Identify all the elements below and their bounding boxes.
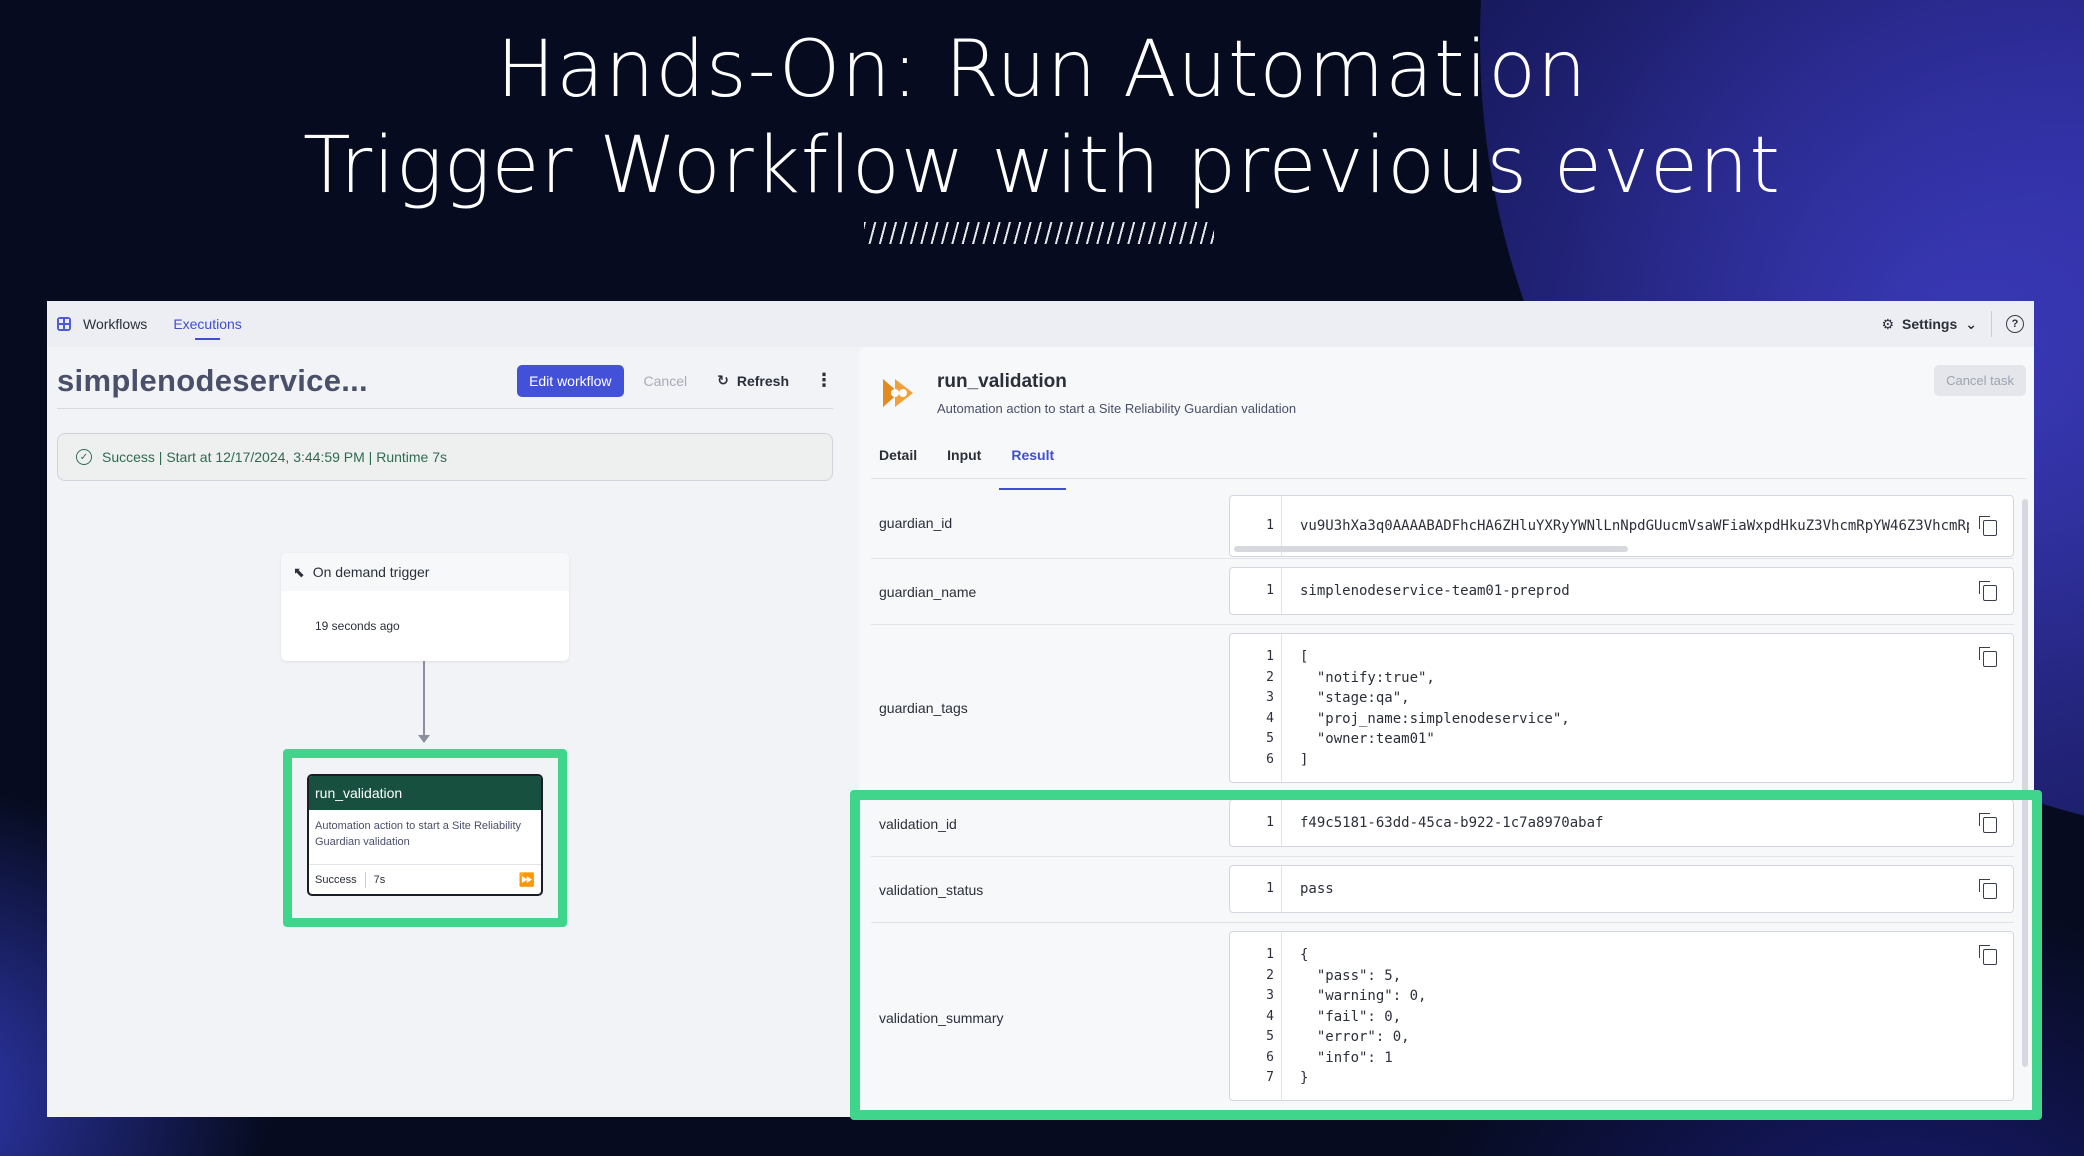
trigger-time: 19 seconds ago — [315, 619, 400, 633]
workflow-name: simplenodeservice... — [57, 362, 368, 398]
execution-status-text: Success | Start at 12/17/2024, 3:44:59 P… — [102, 449, 448, 465]
execution-status-banner: ✓ Success | Start at 12/17/2024, 3:44:59… — [57, 433, 833, 481]
code-line: "stage:qa", — [1300, 690, 1410, 706]
result-label: guardian_id — [879, 515, 953, 531]
task-detail-subtitle: Automation action to start a Site Reliab… — [937, 401, 1297, 416]
line-number: 6 — [1266, 751, 1274, 767]
chevron-down-icon: ⌄ — [1965, 315, 1977, 332]
result-label: guardian_tags — [879, 700, 968, 716]
result-row-guardian-name: guardian_name 1 simplenodeservice-team01-p… — [871, 559, 2014, 625]
gear-icon: ⚙ — [1881, 315, 1895, 332]
trigger-node[interactable]: ⬉ On demand trigger 19 seconds ago — [281, 553, 569, 661]
slide-title-line2: Trigger Workflow with previous event — [302, 121, 1782, 211]
tab-executions[interactable]: Executions — [173, 316, 242, 340]
line-number: 5 — [1266, 731, 1274, 746]
edge-arrowhead — [418, 735, 430, 743]
trigger-node-header: ⬉ On demand trigger — [281, 553, 569, 591]
code-line: vu9U3hXa3q0AAAABADFhcHA6ZHluYXRyYWNlLnNp… — [1300, 518, 1969, 534]
help-icon[interactable]: ? — [2006, 315, 2024, 333]
line-number: 4 — [1266, 710, 1274, 726]
task-node-description: Automation action to start a Site Reliab… — [315, 820, 522, 848]
cancel-button[interactable]: Cancel — [644, 373, 688, 389]
edit-workflow-button[interactable]: Edit workflow — [517, 364, 624, 397]
result-label: guardian_name — [879, 584, 977, 600]
copy-icon[interactable] — [1979, 647, 1997, 667]
workflows-app-icon — [57, 317, 71, 331]
result-code-block[interactable]: 1 simplenodeservice-team01-preprod — [1229, 567, 2014, 615]
task-node-title: run_validation — [309, 776, 541, 810]
tab-detail[interactable]: Detail — [879, 447, 917, 478]
workflow-header: simplenodeservice... Edit workflow Cance… — [57, 363, 833, 409]
automation-play-icon: ⏩ — [518, 871, 535, 887]
result-row-guardian-id: guardian_id 1 vu9U3hXa3q0AAAABADFhcHA6ZHlu… — [871, 487, 2014, 559]
code-line: simplenodeservice-team01-preprod — [1300, 583, 1570, 599]
slide-title-line1: Hands-On: Run Automation — [496, 25, 1588, 115]
decorative-hatch — [864, 222, 1214, 244]
line-number: 1 — [1266, 583, 1274, 598]
tab-result[interactable]: Result — [999, 447, 1066, 490]
code-line: "owner:team01" — [1300, 731, 1435, 747]
result-code-block[interactable]: 1 [2 "notify:true", 3 "stage:qa", 4 "proj_n… — [1229, 633, 2014, 783]
edge-connector — [423, 661, 425, 739]
slide-title: Hands-On: Run Automation Trigger Workflo… — [0, 22, 2084, 214]
task-node-footer: Success 7s ⏩ — [309, 864, 541, 894]
highlight-validation-frame — [850, 790, 2042, 1120]
app-title[interactable]: Workflows — [83, 316, 147, 332]
refresh-label: Refresh — [736, 372, 789, 389]
refresh-button[interactable]: ↻ Refresh — [717, 372, 789, 389]
cursor-icon: ⬉ — [293, 563, 305, 580]
trigger-title: On demand trigger — [312, 564, 430, 580]
line-number: 3 — [1266, 690, 1274, 705]
code-line: "notify:true", — [1300, 669, 1435, 686]
settings-button[interactable]: ⚙ Settings ⌄ — [1881, 316, 1977, 333]
task-node-status: Success — [315, 873, 357, 886]
task-node-run-validation[interactable]: run_validation Automation action to star… — [307, 774, 543, 896]
topbar-divider — [1991, 311, 1992, 337]
top-bar: Workflows Executions ⚙ Settings ⌄ ? — [47, 301, 2034, 347]
task-detail-header: run_validation Automation action to star… — [881, 367, 1296, 416]
detail-tabs: Detail Input Result — [871, 447, 2026, 490]
copy-icon[interactable] — [1979, 516, 1997, 536]
result-row-guardian-tags: guardian_tags 1 [2 "notify:true", 3 "stage:… — [871, 625, 2014, 791]
horizontal-scrollbar[interactable] — [1234, 546, 1628, 552]
task-detail-title: run_validation — [937, 371, 1067, 392]
code-line: ] — [1300, 751, 1309, 768]
line-number: 1 — [1266, 649, 1274, 664]
task-detail-titles: run_validation Automation action to star… — [937, 367, 1296, 416]
footer-divider — [364, 871, 366, 888]
settings-label: Settings — [1902, 316, 1958, 332]
cancel-task-button[interactable]: Cancel task — [1934, 365, 2026, 396]
workflow-panel: simplenodeservice... Edit workflow Cance… — [47, 347, 843, 1117]
copy-icon[interactable] — [1979, 581, 1997, 601]
tab-input[interactable]: Input — [947, 447, 981, 478]
line-number: 1 — [1266, 518, 1274, 533]
line-number: 2 — [1266, 669, 1274, 685]
topbar-right: ⚙ Settings ⌄ ? — [1881, 311, 2024, 337]
refresh-icon: ↻ — [717, 372, 729, 388]
task-node-runtime: 7s — [373, 873, 386, 886]
code-line: [ — [1300, 649, 1309, 665]
result-code-block[interactable]: 1 vu9U3hXa3q0AAAABADFhcHA6ZHluYXRyYWNlLnN… — [1229, 495, 2014, 557]
more-options-icon[interactable]: ⋮ — [815, 370, 833, 391]
automation-action-icon — [883, 379, 913, 407]
code-line: "proj_name:simplenodeservice", — [1300, 710, 1570, 727]
check-circle-icon: ✓ — [76, 449, 92, 465]
